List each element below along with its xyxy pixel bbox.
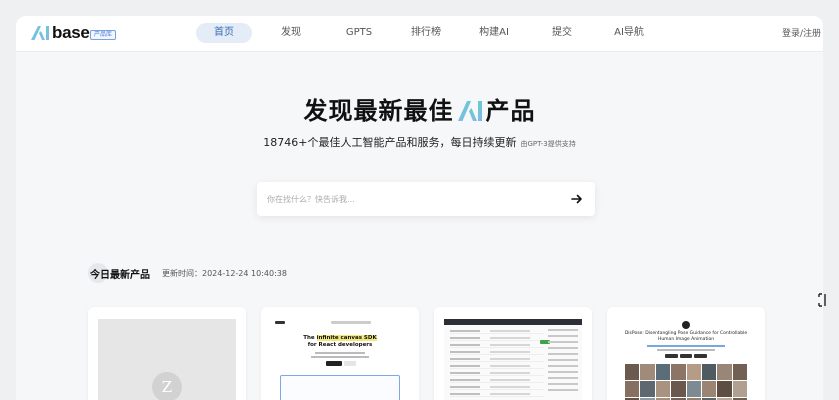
nav-submit[interactable]: 提交 xyxy=(552,23,572,43)
nav-home[interactable]: 首页 xyxy=(196,23,252,43)
nav-gpts[interactable]: GPTS xyxy=(346,23,372,43)
thumbnail-headline: The infinite canvas SDK for React develo… xyxy=(303,335,377,348)
search-box xyxy=(257,182,595,216)
hero-subtitle: 18746+个最佳人工智能产品和服务，每日持续更新 由GPT-3提供支持 xyxy=(16,134,823,150)
nav-ranking[interactable]: 排行榜 xyxy=(411,23,441,43)
logo-badge: 产品库 xyxy=(90,30,117,40)
nav-build-ai[interactable]: 构建AI xyxy=(479,23,509,43)
product-thumbnail: DisPose: Disentangling Pose Guidance for… xyxy=(617,319,755,400)
product-thumbnail: Z xyxy=(98,319,236,400)
section-updated-time: 更新时间：2024-12-24 10:40:38 xyxy=(162,269,287,278)
hero-title-after: 产品 xyxy=(485,97,536,125)
canvas-preview xyxy=(280,375,400,400)
search-input[interactable] xyxy=(267,191,557,207)
nav-ai-navigation[interactable]: AI导航 xyxy=(614,23,644,43)
hero-title-before: 发现最新最佳 xyxy=(303,97,454,125)
thumbnail-title: DisPose: Disentangling Pose Guidance for… xyxy=(624,331,748,342)
product-thumbnail xyxy=(444,319,582,400)
logo[interactable]: base xyxy=(30,23,90,42)
expand-icon[interactable] xyxy=(817,293,827,307)
page: base 产品库 首页 发现 GPTS 排行榜 构建AI 提交 AI导航 登录/… xyxy=(16,16,823,400)
placeholder-avatar: Z xyxy=(152,372,182,400)
nav-discover[interactable]: 发现 xyxy=(281,23,301,43)
product-thumbnail: The infinite canvas SDK for React develo… xyxy=(271,319,409,400)
logo-text: base xyxy=(52,23,90,42)
hero-subtitle-text: 18746+个最佳人工智能产品和服务，每日持续更新 xyxy=(263,136,517,149)
section-title: 今日最新产品 xyxy=(90,270,150,281)
ai-mark-icon xyxy=(457,101,482,121)
top-header: base 产品库 首页 发现 GPTS 排行榜 构建AI 提交 AI导航 登录/… xyxy=(16,16,823,52)
image-grid xyxy=(625,364,747,400)
arrow-right-icon[interactable] xyxy=(571,193,583,205)
product-card[interactable]: The infinite canvas SDK for React develo… xyxy=(261,307,419,400)
hero-title: 发现最新最佳 产品 xyxy=(16,91,823,126)
product-card[interactable] xyxy=(434,307,592,400)
login-register-link[interactable]: 登录/注册 xyxy=(782,26,821,39)
ai-logo-icon xyxy=(31,26,49,40)
hero-subtitle-note: 由GPT-3提供支持 xyxy=(520,140,576,148)
product-card[interactable]: Z xyxy=(88,307,246,400)
product-card[interactable]: DisPose: Disentangling Pose Guidance for… xyxy=(607,307,765,400)
